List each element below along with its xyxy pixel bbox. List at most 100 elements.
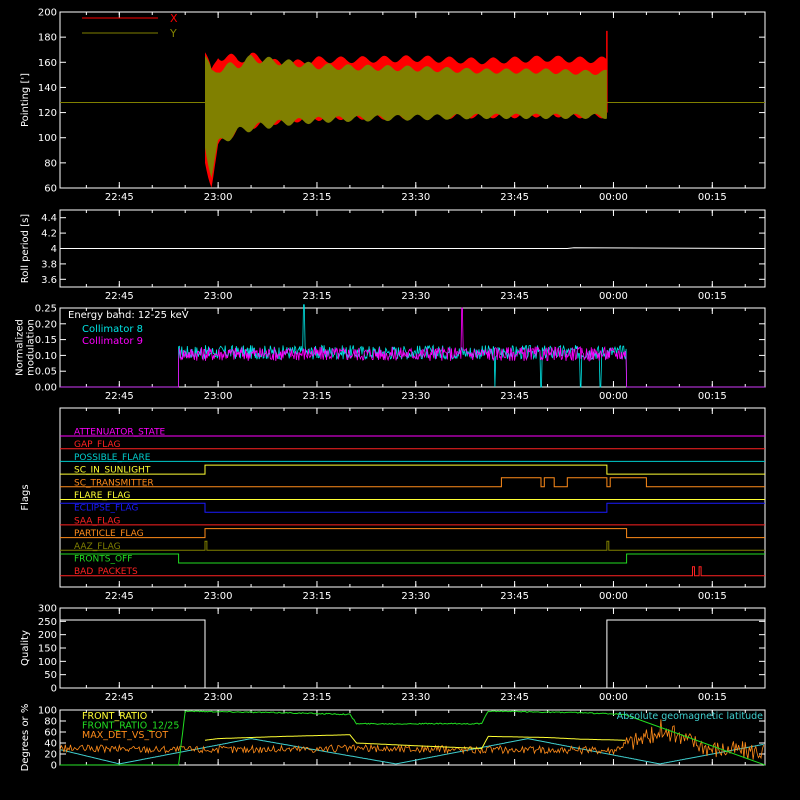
x-tick-label: 23:15 [303, 391, 332, 402]
x-tick-label: 23:30 [401, 291, 430, 302]
flag-label-flare_flag: FLARE_FLAG [74, 491, 130, 501]
panel-modulation: 22:45 23:00 23:15 23:30 23:45 00:00 00:15 0.00 0… [35, 304, 766, 402]
panel-pointing: 22:45 23:00 23:15 23:30 23:45 00:00 00:15 60 80 1… [38, 8, 766, 203]
x-tick-label: 22:45 [105, 291, 134, 302]
y-tick-label: 80 [44, 158, 57, 169]
flag-line-particle_flag [60, 528, 765, 539]
flag-line-sc_transmitter [60, 477, 765, 488]
panel-roll: 22:45 23:00 23:15 23:30 23:45 00:00 00:15 3.6 3.… [41, 209, 766, 302]
y-axis-label: Degrees or % [20, 704, 31, 772]
x-tick-label: 23:45 [500, 591, 529, 602]
y-tick-label: 3.8 [41, 259, 57, 270]
flag-label-attenuator_state: ATTENUATOR_STATE [74, 428, 166, 438]
x-tick-label: 23:45 [500, 192, 529, 203]
y-tick-label: 0 [51, 761, 57, 772]
y-tick-label: 200 [38, 8, 57, 19]
y-tick-label: 250 [38, 617, 57, 628]
y-tick-label: 0.20 [35, 319, 57, 330]
y-tick-label: 200 [38, 630, 57, 641]
x-tick-label: 22:45 [105, 692, 134, 703]
x-tick-label: 23:00 [204, 591, 233, 602]
flag-label-sc_transmitter: SC_TRANSMITTER [74, 478, 154, 488]
y-tick-label: 0.25 [35, 304, 57, 315]
y-axis-label: modulation [26, 319, 37, 376]
flag-label-bad_packets: BAD_PACKETS [74, 567, 138, 577]
axes-frame [59, 407, 766, 588]
panel-ratios: 020406080100 FRONT_RATIOFRONT_RATIO_12/25… [38, 706, 766, 772]
y-tick-label: 160 [38, 58, 57, 69]
y-tick-label: 4.4 [41, 213, 57, 224]
panel-quality: 22:45 23:00 23:15 23:30 23:45 00:00 00:15 0 50 10… [38, 604, 766, 703]
flag-line-bad_packets [60, 566, 765, 577]
x-tick-label: 22:45 [105, 192, 134, 203]
x-tick-label: 23:30 [401, 591, 430, 602]
quality-line [60, 619, 765, 689]
y-axis-label: Roll period [s] [20, 214, 31, 283]
y-tick-label: 60 [44, 728, 57, 739]
flag-label-particle_flag: PARTICLE_FLAG [74, 529, 144, 539]
y-tick-label: 0.00 [35, 383, 57, 394]
legend-label-Y: Y [169, 27, 177, 40]
x-tick-label: 23:45 [500, 692, 529, 703]
flag-line-aaz_flag [60, 540, 765, 551]
flag-line-sc_in_sunlight [60, 464, 765, 475]
x-tick-label: 23:15 [303, 291, 332, 302]
y-tick-label: 60 [44, 184, 57, 195]
x-tick-label: 23:30 [401, 391, 430, 402]
legend-label-X: X [170, 12, 178, 25]
x-tick-label: 00:15 [698, 192, 727, 203]
y-axis-label: Quality [20, 630, 31, 666]
flag-label-gap_flag: GAP_FLAG [74, 440, 120, 450]
flag-line-fronts_off [60, 553, 765, 564]
flag-label-possible_flare: POSSIBLE_FLARE [74, 453, 151, 463]
y-axis-label: Normalized [15, 319, 26, 376]
legend-label-collimator: Collimator 9 [82, 336, 143, 347]
series-Y-band [205, 54, 607, 178]
x-tick-label: 00:15 [698, 692, 727, 703]
y-tick-label: 140 [38, 83, 57, 94]
x-tick-label: 23:00 [204, 391, 233, 402]
x-tick-label: 00:15 [698, 291, 727, 302]
legend-label-latitude: Absolute geomagnetic latitude [617, 711, 763, 722]
x-tick-label: 23:30 [401, 692, 430, 703]
y-axis-label: Pointing ['] [20, 73, 31, 127]
flag-line-eclipse_flag [60, 502, 765, 513]
y-tick-label: 150 [38, 644, 57, 655]
x-tick-label: 22:45 [105, 591, 134, 602]
x-tick-label: 23:15 [303, 591, 332, 602]
y-tick-label: 100 [38, 706, 57, 717]
x-tick-label: 22:45 [105, 391, 134, 402]
y-tick-label: 0 [51, 684, 57, 695]
y-tick-label: 100 [38, 133, 57, 144]
y-tick-label: 3.6 [41, 275, 57, 286]
energy-band-annotation: Energy band: 12-25 keV [68, 310, 189, 321]
legend-label-collimator: Collimator 8 [82, 324, 143, 335]
flag-label-fronts_off: FRONTS_OFF [74, 555, 132, 565]
x-tick-label: 00:00 [599, 591, 628, 602]
x-tick-label: 23:45 [500, 391, 529, 402]
x-tick-label: 23:15 [303, 692, 332, 703]
y-tick-label: 0.10 [35, 351, 57, 362]
y-tick-label: 4.2 [41, 229, 57, 240]
y-tick-label: 0.05 [35, 367, 57, 378]
x-tick-label: 23:15 [303, 192, 332, 203]
flag-label-aaz_flag: AAZ_FLAG [74, 542, 121, 552]
y-tick-label: 80 [44, 717, 57, 728]
x-tick-label: 23:00 [204, 692, 233, 703]
y-tick-label: 100 [38, 657, 57, 668]
flag-label-saa_flag: SAA_FLAG [74, 516, 120, 526]
y-tick-label: 180 [38, 33, 57, 44]
x-tick-label: 00:00 [599, 391, 628, 402]
x-tick-label: 00:00 [599, 291, 628, 302]
y-tick-label: 0.15 [35, 335, 57, 346]
flag-label-eclipse_flag: ECLIPSE_FLAG [74, 504, 138, 514]
y-axis-label: Flags [20, 484, 31, 510]
x-tick-label: 00:00 [599, 192, 628, 203]
x-tick-label: 23:45 [500, 291, 529, 302]
x-tick-label: 23:00 [204, 192, 233, 203]
panel-flags: 22:45 23:00 23:15 23:30 23:45 00:00 00:15 ATTEN… [59, 407, 766, 602]
y-tick-label: 40 [44, 739, 57, 750]
y-tick-label: 4 [51, 244, 57, 255]
y-tick-label: 50 [44, 670, 57, 681]
x-tick-label: 00:00 [599, 692, 628, 703]
